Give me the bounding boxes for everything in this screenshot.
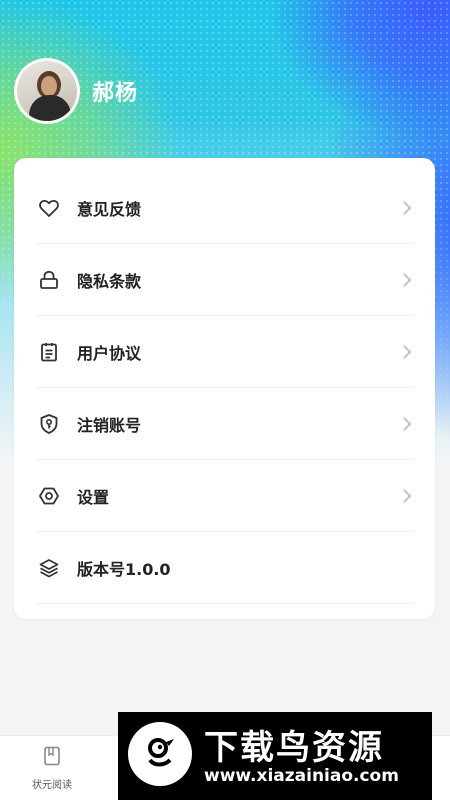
menu-item-label: 意见反馈: [77, 199, 142, 219]
version-label: 版本号1.0.0: [77, 559, 171, 579]
tab-label: 状元阅读: [32, 780, 72, 791]
menu-item-label: 用户协议: [77, 343, 142, 363]
shield-key-icon: [36, 411, 62, 437]
menu-item-version: 版本号1.0.0: [36, 532, 413, 604]
chevron-right-icon: [401, 460, 413, 531]
menu-item-settings[interactable]: 设置: [36, 460, 413, 532]
watermark-title: 下载鸟资源: [204, 728, 384, 768]
menu-item-privacy[interactable]: 隐私条款: [36, 244, 413, 316]
tab-reading[interactable]: 状元阅读: [22, 744, 82, 791]
username: 郝杨: [92, 81, 139, 106]
menu-item-label: 设置: [77, 487, 110, 507]
chevron-right-icon: [401, 388, 413, 459]
chevron-right-icon: [401, 244, 413, 315]
clipboard-icon: [36, 339, 62, 365]
profile-header[interactable]: 郝杨: [14, 58, 138, 124]
settings-menu-card: 意见反馈 隐私条款 用户协议 注销账号 设置 版本号1.0.0: [14, 158, 435, 619]
menu-item-feedback[interactable]: 意见反馈: [36, 172, 413, 244]
watermark-url: www.xiazainiao.com: [204, 766, 399, 786]
heart-icon: [36, 195, 62, 221]
book-icon: [40, 746, 64, 772]
lock-icon: [36, 267, 62, 293]
menu-item-delete-account[interactable]: 注销账号: [36, 388, 413, 460]
menu-item-user-agreement[interactable]: 用户协议: [36, 316, 413, 388]
menu-item-label: 隐私条款: [77, 271, 142, 291]
chevron-right-icon: [401, 316, 413, 387]
menu-item-label: 注销账号: [77, 415, 142, 435]
bird-logo-icon: [128, 722, 192, 786]
layers-icon: [36, 555, 62, 581]
watermark-banner: 下载鸟资源 www.xiazainiao.com: [118, 712, 432, 800]
avatar[interactable]: [14, 58, 80, 124]
chevron-right-icon: [401, 172, 413, 243]
hexagon-settings-icon: [36, 483, 62, 509]
